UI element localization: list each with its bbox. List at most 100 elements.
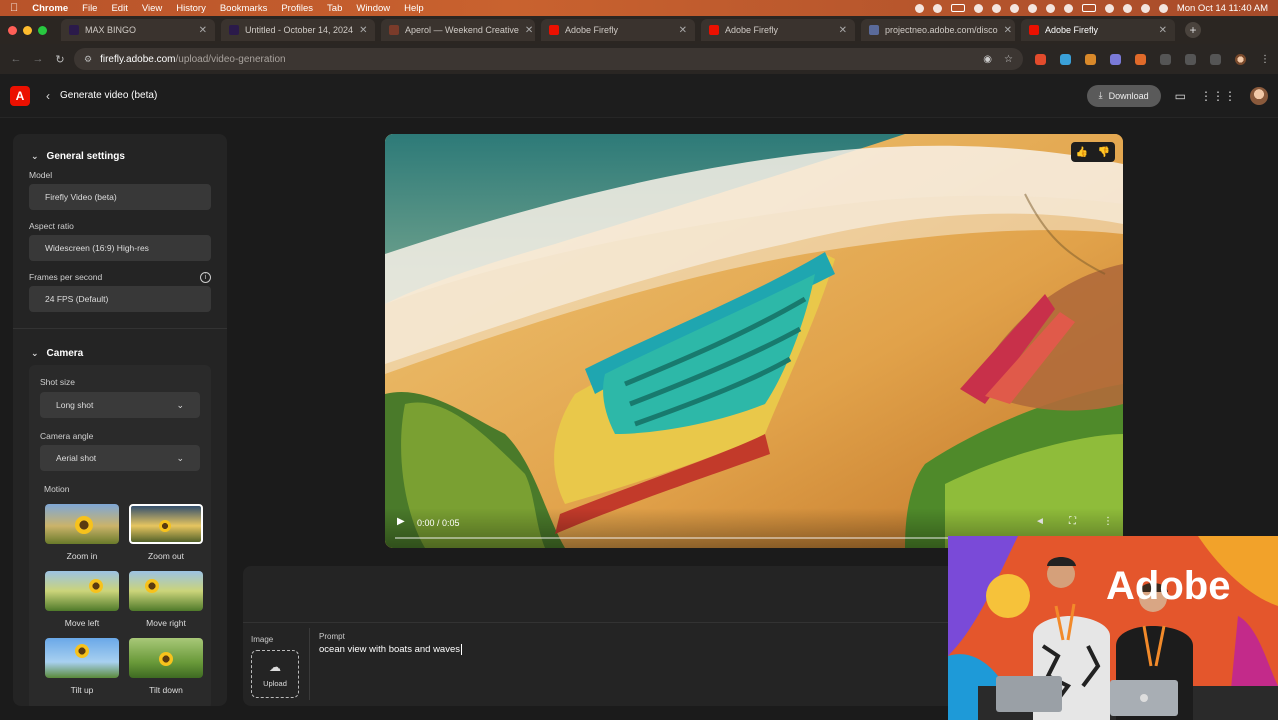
status-icon[interactable] (991, 3, 1001, 13)
tab-max-bingo[interactable]: MAX BINGO ✕ (61, 19, 215, 41)
fps-select[interactable]: 24 FPS (Default) (29, 286, 211, 312)
clock[interactable]: Mon Oct 14 11:40 AM (1177, 3, 1268, 14)
adobe-logo-icon[interactable]: A (10, 85, 30, 106)
more-options-icon[interactable]: ⋮ (1103, 516, 1113, 527)
extension-icon[interactable] (1135, 53, 1146, 65)
download-button[interactable]: ⤓ Download (1086, 84, 1161, 107)
status-icon[interactable] (1009, 3, 1019, 13)
new-tab-button[interactable]: + (1185, 22, 1201, 38)
tab-adobe-firefly-2[interactable]: Adobe Firefly ✕ (701, 19, 855, 41)
reload-icon[interactable]: ↻ (52, 53, 68, 66)
volume-icon[interactable]: ◄ (1035, 516, 1045, 527)
menu-history[interactable]: History (176, 3, 206, 14)
puzzle-icon[interactable] (1185, 53, 1196, 65)
extension-icon[interactable] (1160, 53, 1171, 65)
sunflower-icon (145, 579, 159, 593)
prompt-input[interactable]: ocean view with boats and waves (319, 644, 462, 655)
site-info-icon[interactable]: ⚙ (84, 54, 92, 65)
battery-icon[interactable] (1081, 4, 1096, 12)
back-icon[interactable]: ← (8, 53, 24, 65)
apple-icon[interactable]:  (10, 2, 18, 14)
feedback-buttons: 👍 👎 (1071, 142, 1115, 162)
maximize-window-icon[interactable] (38, 25, 47, 35)
menu-help[interactable]: Help (404, 3, 424, 14)
status-icon[interactable] (1045, 3, 1055, 13)
tab-untitled[interactable]: Untitled - October 14, 2024 ✕ (221, 19, 375, 41)
menu-app[interactable]: Chrome (32, 3, 68, 14)
forward-icon[interactable]: → (30, 53, 46, 65)
eye-off-icon[interactable]: ◉ (983, 54, 992, 65)
close-tab-icon[interactable]: ✕ (833, 25, 847, 36)
menu-tab[interactable]: Tab (327, 3, 342, 14)
tab-adobe-firefly-active[interactable]: Adobe Firefly ✕ (1021, 19, 1175, 41)
camera-header[interactable]: ⌄ Camera (31, 348, 83, 359)
close-tab-icon[interactable]: ✕ (1153, 25, 1167, 36)
upload-image-button[interactable]: ☁ Upload (251, 650, 299, 698)
motion-tilt-up-thumb[interactable] (45, 638, 119, 678)
fullscreen-icon[interactable]: ⛶ (1069, 516, 1076, 527)
motion-move-right-label: Move right (146, 618, 186, 628)
status-icon[interactable] (914, 3, 924, 13)
extension-icon[interactable] (1060, 53, 1071, 65)
back-chevron-icon[interactable]: ‹ (46, 89, 50, 103)
menu-file[interactable]: File (82, 3, 97, 14)
sunflower-icon (75, 644, 89, 658)
extension-icon[interactable] (1085, 53, 1096, 65)
avatar[interactable] (1250, 86, 1268, 105)
url-input[interactable]: ⚙ firefly.adobe.com/upload/video-generat… (74, 48, 1023, 70)
info-icon[interactable]: i (200, 272, 211, 283)
comment-icon[interactable]: ▭ (1175, 89, 1186, 103)
chevron-down-icon: ⌄ (176, 399, 184, 410)
moon-icon[interactable] (1027, 3, 1037, 13)
profile-avatar[interactable] (1235, 53, 1246, 65)
close-tab-icon[interactable]: ✕ (673, 25, 687, 36)
more-icon[interactable]: ⋮ (1260, 54, 1270, 65)
status-icon[interactable] (950, 4, 965, 12)
bluetooth-icon[interactable] (1063, 3, 1073, 13)
tab-projectneo[interactable]: projectneo.adobe.com/disco ✕ (861, 19, 1015, 41)
aspect-ratio-select[interactable]: Widescreen (16:9) High-res (29, 235, 211, 261)
close-tab-icon[interactable]: ✕ (519, 25, 533, 36)
motion-zoom-out-thumb[interactable] (129, 504, 203, 544)
menu-window[interactable]: Window (356, 3, 390, 14)
extension-icon[interactable] (1035, 53, 1046, 65)
star-icon[interactable]: ☆ (1004, 54, 1013, 65)
menu-profiles[interactable]: Profiles (281, 3, 313, 14)
settings-panel: ⌄ General settings Model Firefly Video (… (13, 134, 227, 706)
menu-edit[interactable]: Edit (111, 3, 127, 14)
motion-zoom-in-thumb[interactable] (45, 504, 119, 544)
close-window-icon[interactable] (8, 25, 17, 35)
tab-aperol[interactable]: Aperol — Weekend Creative ✕ (381, 19, 535, 41)
minimize-window-icon[interactable] (23, 25, 32, 35)
download-icon[interactable] (1210, 53, 1221, 65)
chevron-down-icon: ⌄ (31, 348, 39, 358)
siri-icon[interactable] (1158, 3, 1168, 13)
status-icon[interactable] (932, 3, 942, 13)
model-select[interactable]: Firefly Video (beta) (29, 184, 211, 210)
chevron-down-icon: ⌄ (176, 452, 184, 463)
apps-grid-icon[interactable]: ⋮⋮⋮ (1200, 89, 1236, 103)
status-icon[interactable] (973, 3, 983, 13)
motion-tilt-down-thumb[interactable] (129, 638, 203, 678)
close-tab-icon[interactable]: ✕ (353, 25, 367, 36)
video-player[interactable]: 👍 👎 ▶ 0:00 / 0:05 ◄ ⛶ ⋮ (385, 134, 1123, 548)
thumbs-up-icon[interactable]: 👍 (1076, 147, 1088, 158)
wifi-icon[interactable] (1104, 3, 1114, 13)
menu-bookmarks[interactable]: Bookmarks (220, 3, 268, 14)
motion-move-left-thumb[interactable] (45, 571, 119, 611)
presenter-video-overlay: Adobe (948, 536, 1278, 720)
extension-icon[interactable] (1110, 53, 1121, 65)
search-icon[interactable] (1122, 3, 1132, 13)
shot-size-dropdown[interactable]: Long shot ⌄ (40, 392, 200, 418)
general-settings-header[interactable]: ⌄ General settings (31, 151, 125, 162)
camera-angle-dropdown[interactable]: Aerial shot ⌄ (40, 445, 200, 471)
control-center-icon[interactable] (1140, 3, 1150, 13)
thumbs-down-icon[interactable]: 👎 (1098, 147, 1110, 158)
close-tab-icon[interactable]: ✕ (193, 25, 207, 36)
menu-view[interactable]: View (142, 3, 162, 14)
aspect-ratio-label: Aspect ratio (29, 221, 74, 231)
tab-adobe-firefly-1[interactable]: Adobe Firefly ✕ (541, 19, 695, 41)
close-tab-icon[interactable]: ✕ (998, 25, 1012, 36)
play-icon[interactable]: ▶ (397, 516, 405, 527)
motion-move-right-thumb[interactable] (129, 571, 203, 611)
